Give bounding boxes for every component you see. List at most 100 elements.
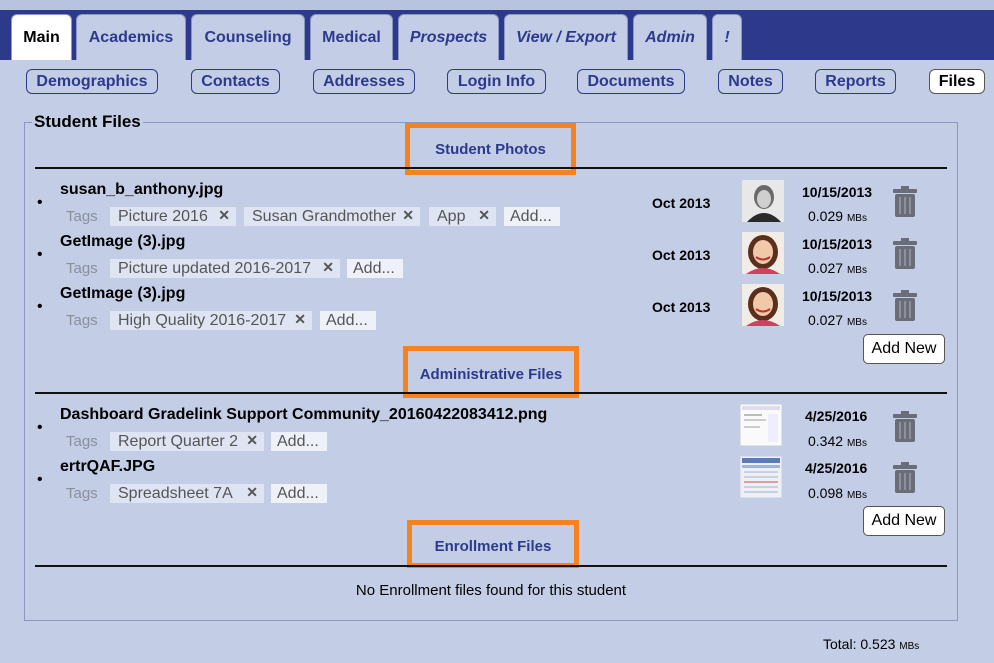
girl-portrait-thumbnail xyxy=(742,232,784,274)
tab-label: Admin xyxy=(645,28,695,46)
file-month: Oct 2013 xyxy=(652,299,711,315)
add-new-admin-button[interactable]: Add New xyxy=(863,506,945,536)
add-tag-input[interactable]: Add... xyxy=(347,259,403,278)
remove-tag-icon[interactable]: ✕ xyxy=(218,207,230,224)
tag-chip: Picture 2016 ✕ xyxy=(110,207,236,226)
file-date: 10/15/2013 xyxy=(802,184,873,200)
tab-main[interactable]: Main xyxy=(11,14,72,60)
tag-text: App xyxy=(437,207,466,225)
size-unit: MBs xyxy=(846,317,867,328)
size-unit: MBs xyxy=(846,213,867,224)
subtab-label: Reports xyxy=(825,72,886,90)
remove-tag-icon[interactable]: ✕ xyxy=(322,259,334,276)
tab-label: Counseling xyxy=(204,28,292,46)
file-name[interactable]: GetImage (3).jpg xyxy=(60,233,185,251)
subtab-notes[interactable]: Notes xyxy=(718,69,783,94)
file-size-value: 0.027 xyxy=(808,312,844,328)
tab-alerts[interactable]: ! xyxy=(712,14,742,60)
tags-label: Tags xyxy=(66,260,98,277)
file-name[interactable]: Dashboard Gradelink Support Community_20… xyxy=(60,406,547,424)
subtab-demographics[interactable]: Demographics xyxy=(26,69,158,94)
size-unit: MBs xyxy=(899,641,920,652)
subtab-files[interactable]: Files xyxy=(929,69,985,94)
trash-icon[interactable] xyxy=(892,290,918,322)
file-month: Oct 2013 xyxy=(652,195,711,211)
subtab-label: Notes xyxy=(728,72,773,90)
tags-label: Tags xyxy=(66,485,98,502)
tab-counseling[interactable]: Counseling xyxy=(191,14,305,60)
list-bullet: • xyxy=(37,246,43,263)
tag-chip: High Quality 2016-2017 ✕ xyxy=(110,311,312,330)
file-date: 10/15/2013 xyxy=(802,288,873,304)
file-thumbnail[interactable] xyxy=(740,456,782,498)
tab-label: Prospects xyxy=(409,28,488,46)
subtab-label: Demographics xyxy=(36,72,148,90)
file-name[interactable]: ertrQAF.JPG xyxy=(60,458,155,476)
subtab-addresses[interactable]: Addresses xyxy=(313,69,415,94)
size-unit: MBs xyxy=(846,265,867,276)
remove-tag-icon[interactable]: ✕ xyxy=(294,311,306,328)
file-name[interactable]: GetImage (3).jpg xyxy=(60,285,185,303)
tags-label: Tags xyxy=(66,312,98,329)
add-tag-input[interactable]: Add... xyxy=(271,484,327,503)
divider xyxy=(35,392,947,394)
empty-message: No Enrollment files found for this stude… xyxy=(355,582,627,599)
trash-icon[interactable] xyxy=(892,186,918,218)
bw-portrait-thumbnail xyxy=(742,180,784,222)
tag-chip: Picture updated 2016-2017 ✕ xyxy=(110,259,340,278)
subtab-reports[interactable]: Reports xyxy=(815,69,896,94)
subtab-documents[interactable]: Documents xyxy=(577,69,685,94)
list-bullet: • xyxy=(37,419,43,436)
remove-tag-icon[interactable]: ✕ xyxy=(402,207,414,224)
total-value: 0.523 xyxy=(860,636,896,652)
tag-text: Susan Grandmother xyxy=(252,207,397,225)
remove-tag-icon[interactable]: ✕ xyxy=(246,432,258,449)
file-date: 10/15/2013 xyxy=(802,236,873,252)
tab-prospects[interactable]: Prospects xyxy=(398,14,499,60)
file-size-value: 0.098 xyxy=(808,485,844,501)
file-month: Oct 2013 xyxy=(652,247,711,263)
total-size: Total: 0.523 MBs xyxy=(823,636,919,652)
add-new-photo-button[interactable]: Add New xyxy=(863,334,945,364)
tab-label: View / Export xyxy=(516,28,616,46)
tab-label: Medical xyxy=(322,28,381,46)
file-date: 4/25/2016 xyxy=(805,460,868,476)
size-unit: MBs xyxy=(846,438,867,449)
list-bullet: • xyxy=(37,194,43,211)
tab-medical[interactable]: Medical xyxy=(310,14,393,60)
girl-portrait-thumbnail xyxy=(742,284,784,326)
trash-icon[interactable] xyxy=(892,462,918,494)
trash-icon[interactable] xyxy=(892,411,918,443)
file-name[interactable]: susan_b_anthony.jpg xyxy=(60,181,223,199)
file-date: 4/25/2016 xyxy=(805,408,868,424)
file-size: 0.342 MBs xyxy=(808,433,867,449)
remove-tag-icon[interactable]: ✕ xyxy=(246,484,258,501)
trash-icon[interactable] xyxy=(892,238,918,270)
subtab-login-info[interactable]: Login Info xyxy=(447,69,546,94)
tags-label: Tags xyxy=(66,433,98,450)
list-bullet: • xyxy=(37,471,43,488)
tag-text: High Quality 2016-2017 xyxy=(118,311,287,329)
tag-chip: Susan Grandmother ✕ xyxy=(244,207,420,226)
divider xyxy=(35,167,947,169)
remove-tag-icon[interactable]: ✕ xyxy=(478,207,490,224)
add-tag-input[interactable]: Add... xyxy=(504,207,560,226)
file-thumbnail[interactable] xyxy=(742,284,784,326)
file-size: 0.027 MBs xyxy=(808,312,867,328)
tab-view-export[interactable]: View / Export xyxy=(504,14,628,60)
subtab-label: Files xyxy=(938,72,976,90)
tab-admin[interactable]: Admin xyxy=(633,14,707,60)
file-thumbnail[interactable] xyxy=(740,404,782,446)
file-size-value: 0.342 xyxy=(808,433,844,449)
subtab-contacts[interactable]: Contacts xyxy=(191,69,280,94)
screenshot-thumbnail xyxy=(740,404,782,446)
total-label: Total: xyxy=(823,636,857,652)
file-thumbnail[interactable] xyxy=(742,232,784,274)
file-size-value: 0.027 xyxy=(808,260,844,276)
add-tag-input[interactable]: Add... xyxy=(320,311,376,330)
add-tag-input[interactable]: Add... xyxy=(271,432,327,451)
file-thumbnail[interactable] xyxy=(742,180,784,222)
list-bullet: • xyxy=(37,298,43,315)
header-light-strip xyxy=(0,0,994,10)
tab-academics[interactable]: Academics xyxy=(76,14,186,60)
